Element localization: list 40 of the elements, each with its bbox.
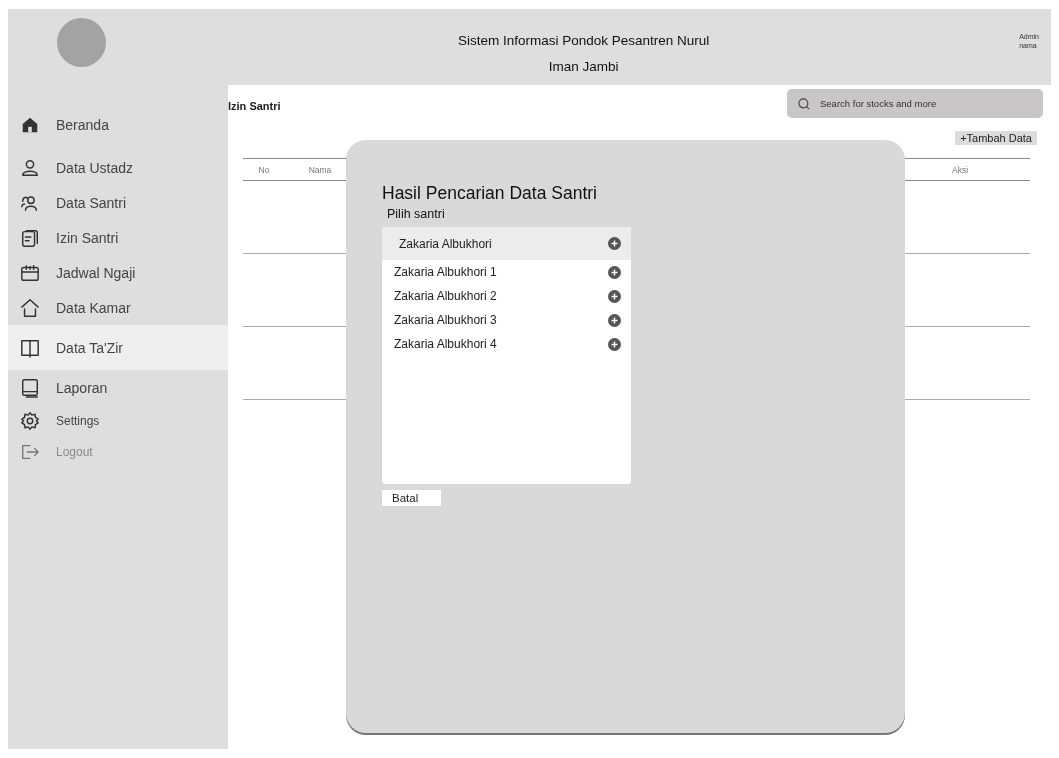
modal-title: Hasil Pencarian Data Santri — [382, 183, 598, 204]
sidebar-item[interactable]: Jadwal Ngaji — [8, 255, 228, 290]
column-header: No — [257, 164, 271, 175]
sidebar-item[interactable]: Data Ustadz — [8, 150, 228, 185]
plus-circle-icon — [608, 289, 621, 303]
plus-circle-icon — [608, 265, 621, 279]
house-icon — [20, 297, 40, 318]
sidebar-item[interactable]: Settings — [8, 405, 228, 436]
sidebar-item[interactable]: Data Ta'Zir — [8, 325, 228, 370]
plus-circle-icon — [608, 313, 621, 327]
logo-circle — [57, 18, 106, 67]
sidebar-item[interactable]: Laporan — [8, 370, 228, 405]
plus-circle-icon — [608, 337, 621, 351]
column-header: Nama — [307, 164, 333, 175]
list-item[interactable]: Zakaria Albukhori 4 — [382, 332, 631, 356]
book-icon — [20, 337, 40, 358]
sidebar-item[interactable]: Beranda — [8, 105, 228, 145]
app-title: Iman Jambi — [548, 58, 619, 76]
column-header: Aksi — [950, 164, 970, 175]
search-icon — [797, 97, 811, 111]
list-item[interactable]: Zakaria Albukhori 1 — [382, 260, 631, 284]
settings-icon — [20, 410, 40, 431]
modal-subtitle: Pilih santri — [387, 207, 446, 221]
sidebar-item[interactable]: Izin Santri — [8, 220, 228, 255]
person-icon — [20, 157, 40, 178]
list-item[interactable]: Zakaria Albukhori 3 — [382, 308, 631, 332]
page-title: Izin Santri — [228, 100, 281, 112]
sidebar-item[interactable]: Data Kamar — [8, 290, 228, 325]
home-icon — [20, 115, 40, 135]
report-icon — [20, 377, 40, 398]
list-item[interactable]: Zakaria Albukhori 2 — [382, 284, 631, 308]
calendar-icon — [20, 262, 40, 283]
sidebar-item[interactable]: Data Santri — [8, 185, 228, 220]
list-item[interactable]: Zakaria Albukhori — [382, 227, 631, 260]
search-field[interactable]: Search for stocks and more — [787, 89, 1043, 118]
plus-circle-icon — [608, 237, 621, 250]
app-title: Sistem Informasi Pondok Pesantren Nurul — [457, 32, 710, 50]
cancel-button[interactable]: Batal — [382, 490, 441, 506]
document-icon — [20, 227, 40, 248]
add-data-button[interactable]: +Tambah Data — [955, 131, 1037, 145]
